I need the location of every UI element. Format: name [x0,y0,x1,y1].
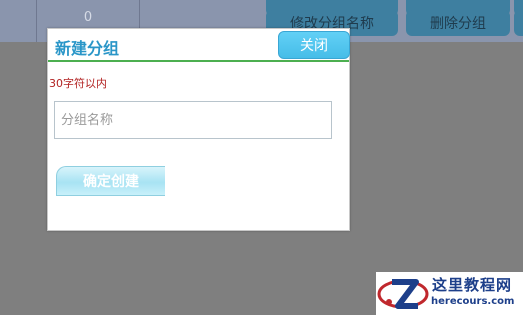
new-group-dialog: 新建分组 关闭 30字符以内 确定创建 [47,28,350,231]
site-logo-icon [377,279,429,309]
group-name-input[interactable] [54,101,332,139]
cell-value: 0 [83,10,93,25]
close-button[interactable]: 关闭 [278,31,350,59]
table-cell [0,0,37,42]
dialog-header: 新建分组 关闭 [48,29,350,62]
watermark-title: 这里教程网 [432,276,513,294]
background-button[interactable] [514,10,523,36]
length-hint: 30字符以内 [49,77,107,90]
delete-group-button[interactable]: 删除分组 [406,10,510,36]
confirm-create-button[interactable]: 确定创建 [56,166,165,196]
dialog-title: 新建分组 [55,39,120,58]
watermark-url: herecours.com [431,296,515,307]
watermark: 这里教程网 herecours.com [376,272,523,315]
